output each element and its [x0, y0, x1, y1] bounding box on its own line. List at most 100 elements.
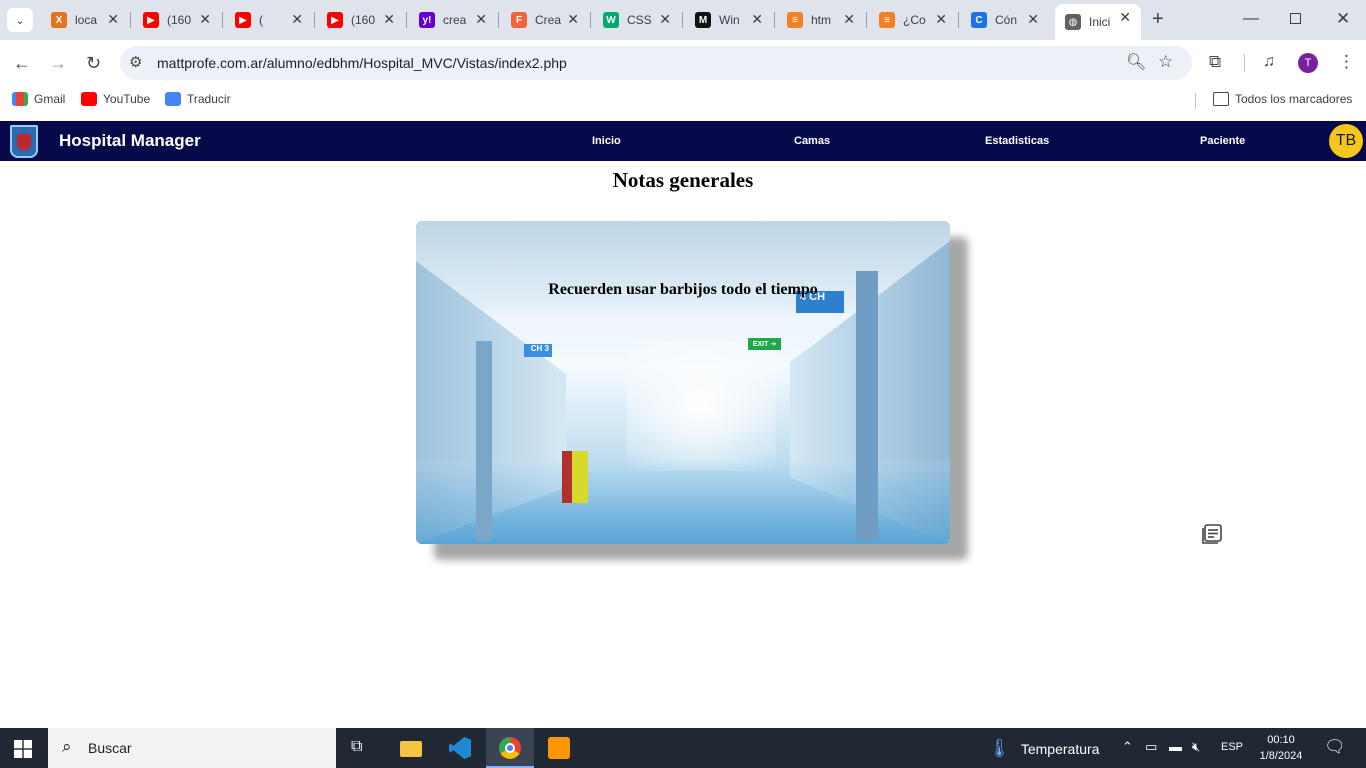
tab-separator — [222, 12, 223, 28]
volume-muted-icon[interactable]: 🔇︎ — [1192, 739, 1200, 755]
weather-label: Temperatura — [1020, 740, 1100, 757]
nav-paciente[interactable]: Paciente — [1200, 135, 1245, 147]
close-tab-icon[interactable]: ✕ — [659, 11, 671, 28]
browser-tab[interactable]: y! crea ✕ — [409, 6, 497, 34]
site-info-icon[interactable]: ⚙ — [129, 54, 142, 72]
tab-title: Cón — [995, 13, 1018, 27]
bookmark-label: Traducir — [187, 92, 231, 106]
all-bookmarks-label: Todos los marcadores — [1235, 92, 1353, 106]
browser-tab[interactable]: W CSS ✕ — [593, 6, 681, 34]
sublime-button[interactable] — [536, 728, 584, 768]
close-tab-icon[interactable]: ✕ — [199, 11, 211, 28]
tab-favicon-icon: y! — [419, 12, 435, 28]
tab-separator — [590, 12, 591, 28]
minimize-button[interactable]: — — [1243, 10, 1259, 28]
network-icon[interactable]: ▭ — [1145, 739, 1157, 755]
new-tab-button[interactable]: + — [1152, 9, 1164, 29]
close-tab-icon[interactable]: ✕ — [935, 11, 947, 28]
browser-tab[interactable]: ▶ (160 ✕ — [133, 6, 221, 34]
back-arrow-icon[interactable]: ← — [13, 54, 31, 72]
vscode-button[interactable] — [436, 728, 484, 768]
bookmark-label: Gmail — [34, 92, 66, 106]
bookmark-youtube[interactable]: YouTube — [81, 92, 150, 106]
tab-favicon-icon: ◍ — [1065, 14, 1081, 30]
tab-title: Crea — [535, 13, 561, 27]
url-text[interactable]: mattprofe.com.ar/alumno/edbhm/Hospital_M… — [157, 55, 567, 71]
reload-icon[interactable]: ↻ — [86, 54, 101, 72]
address-bar[interactable]: ⚙ mattprofe.com.ar/alumno/edbhm/Hospital… — [120, 46, 1192, 80]
nav-inicio[interactable]: Inicio — [592, 135, 621, 147]
battery-icon[interactable]: ▬ — [1169, 739, 1182, 754]
tab-separator — [498, 12, 499, 28]
tab-favicon-icon: F — [511, 12, 527, 28]
note-card: EXIT ➔ 4 CH CH 3 Recuerden usar barbijos… — [416, 221, 950, 544]
tab-title: (160 — [351, 13, 376, 27]
close-tab-icon[interactable]: ✕ — [107, 11, 119, 28]
gmail-icon — [12, 92, 28, 106]
weather-widget[interactable]: 🌡︎ Temperatura — [988, 738, 1099, 759]
browser-tab[interactable]: ≡ htm ✕ — [777, 6, 865, 34]
browser-tab[interactable]: Xloca ✕ — [41, 6, 129, 34]
tab-favicon-icon: X — [51, 12, 67, 28]
system-clock[interactable]: 00:10 1/8/2024 — [1250, 732, 1312, 764]
close-tab-icon[interactable]: ✕ — [291, 11, 303, 28]
user-initials: TB — [1335, 132, 1357, 149]
browser-tab[interactable]: M Win ✕ — [685, 6, 773, 34]
browser-tab[interactable]: F Crea ✕ — [501, 6, 589, 34]
close-window-button[interactable]: ✕ — [1336, 9, 1350, 29]
file-explorer-button[interactable] — [386, 728, 434, 768]
user-avatar[interactable]: TB — [1329, 124, 1363, 158]
extensions-icon[interactable]: ⧉ — [1209, 53, 1221, 71]
windows-taskbar: ⌕ Buscar ⧉ 🌡︎ Temperatura ⌃ ▭ ▬ 🔇︎ ESP 0… — [0, 728, 1366, 768]
chrome-button[interactable] — [486, 728, 534, 768]
nav-estadisticas[interactable]: Estadisticas — [985, 135, 1049, 147]
room-sign-3: CH 3 — [524, 344, 552, 357]
bookmark-gmail[interactable]: Gmail — [12, 92, 65, 106]
tab-search-button[interactable]: ⌄ — [7, 8, 33, 32]
bookmark-star-icon[interactable]: ☆ — [1158, 53, 1173, 71]
tab-separator — [130, 12, 131, 28]
note-text: Recuerden usar barbijos todo el tiempo — [548, 281, 818, 298]
close-tab-icon[interactable]: ✕ — [1027, 11, 1039, 28]
tab-title: crea — [443, 13, 467, 27]
notifications-icon[interactable]: 🗨︎ — [1324, 737, 1346, 757]
hospital-logo[interactable] — [10, 125, 38, 158]
all-bookmarks-folder[interactable]: Todos los marcadores — [1213, 92, 1352, 106]
hallway-bins — [562, 451, 588, 503]
language-indicator[interactable]: ESP — [1221, 741, 1243, 753]
profile-initial: T — [1304, 57, 1312, 69]
close-tab-icon[interactable]: ✕ — [843, 11, 855, 28]
close-tab-icon[interactable]: ✕ — [383, 11, 395, 28]
hallway-door-left — [476, 341, 492, 541]
taskbar-search[interactable]: ⌕ Buscar — [48, 728, 336, 768]
browser-tab[interactable]: ▶ (✕ — [225, 6, 313, 34]
tab-favicon-icon: ▶ — [327, 12, 343, 28]
bookmark-translate[interactable]: Traducir — [165, 92, 231, 106]
chevron-up-icon[interactable]: ⌃ — [1122, 739, 1133, 755]
app-brand[interactable]: Hospital Manager — [59, 131, 201, 151]
browser-tab-strip: ⌄ Xloca ✕ ▶ (160 ✕ ▶ (✕ ▶ (160 ✕ y! crea ✕ F Crea ✕ W CSS… — [0, 0, 1366, 40]
translate-icon — [165, 92, 181, 106]
close-tab-icon[interactable]: ✕ — [1119, 9, 1131, 26]
browser-tab[interactable]: ≡ ¿Co ✕ — [869, 6, 957, 34]
menu-kebab-icon[interactable]: ⋮ — [1338, 53, 1355, 71]
forward-arrow-icon[interactable]: → — [49, 54, 67, 72]
windows-start-icon[interactable] — [14, 740, 32, 758]
profile-avatar[interactable]: T — [1298, 53, 1318, 73]
bookmark-label: YouTube — [103, 92, 151, 106]
browser-tab[interactable]: ▶ (160 ✕ — [317, 6, 405, 34]
restore-button[interactable] — [1290, 13, 1301, 24]
close-tab-icon[interactable]: ✕ — [567, 11, 579, 28]
media-control-icon[interactable]: ♫ — [1263, 53, 1275, 71]
nav-camas[interactable]: Camas — [794, 135, 830, 147]
browser-tab[interactable]: ◍ Inici ✕ — [1055, 4, 1141, 40]
tab-separator — [866, 12, 867, 28]
tab-favicon-icon: ▶ — [143, 12, 159, 28]
task-view-button[interactable]: ⧉ — [336, 728, 384, 768]
browser-tab[interactable]: C Cón ✕ — [961, 6, 1049, 34]
close-tab-icon[interactable]: ✕ — [751, 11, 763, 28]
notes-list-icon[interactable] — [1200, 522, 1224, 546]
tab-separator — [958, 12, 959, 28]
close-tab-icon[interactable]: ✕ — [475, 11, 487, 28]
zoom-icon[interactable]: 🔍︎ — [1126, 54, 1146, 72]
